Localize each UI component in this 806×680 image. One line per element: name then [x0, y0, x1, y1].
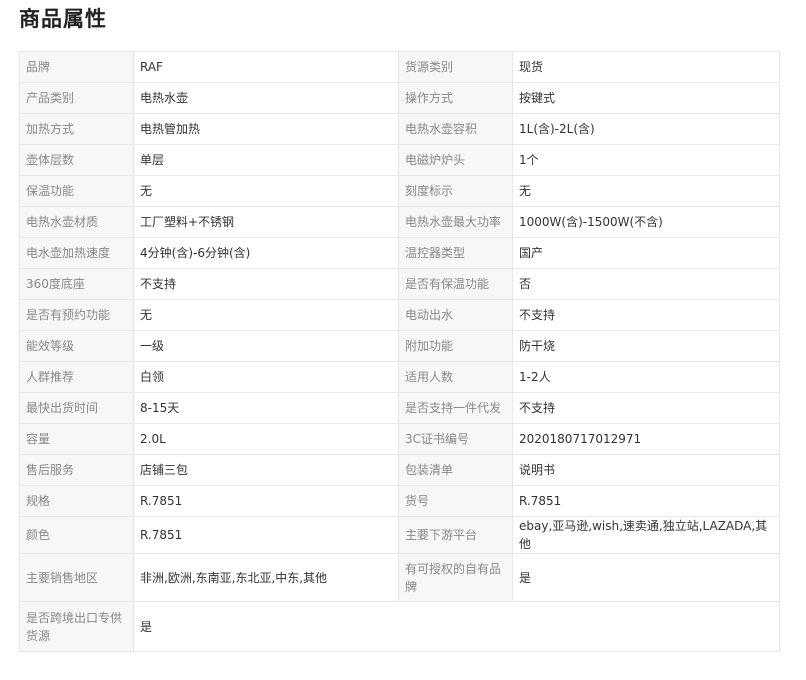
attribute-value: R.7851 [133, 516, 399, 554]
table-row: 是否跨境出口专供货源 是 [19, 601, 780, 652]
attribute-value: 2.0L [133, 423, 399, 455]
attribute-value: 工厂塑料+不锈钢 [133, 206, 399, 238]
table-row: 是否有预约功能无电动出水 不支持 [19, 299, 780, 331]
attribute-value: 4分钟(含)-6分钟(含) [133, 237, 399, 269]
table-row: 加热方式 电热管加热 电热水壶容积 1L(含)-2L(含) [19, 113, 780, 145]
attribute-key: 包装清单 [398, 454, 513, 486]
attribute-key: 电磁炉炉头 [398, 144, 513, 176]
table-row: 保温功能无刻度标示无 [19, 175, 780, 207]
attribute-key: 保温功能 [19, 175, 134, 207]
attribute-value: 说明书 [512, 454, 780, 486]
attribute-value: 按键式 [512, 82, 780, 114]
attribute-key: 电热水壶最大功率 [398, 206, 513, 238]
table-row: 电热水壶材质 工厂塑料+不锈钢 电热水壶最大功率 1000W(含)-1500W(不含) [19, 206, 780, 238]
attribute-key: 电水壶加热速度 [19, 237, 134, 269]
attribute-value: ebay,亚马逊,wish,速卖通,独立站,LAZADA,其他 [512, 516, 780, 554]
attribute-key: 电动出水 [398, 299, 513, 331]
attribute-key: 温控器类型 [398, 237, 513, 269]
attribute-value: R.7851 [133, 485, 399, 517]
attribute-key: 容量 [19, 423, 134, 455]
table-row: 能效等级 一级 附加功能 防干烧 [19, 330, 780, 362]
attribute-key: 颜色 [19, 516, 134, 554]
attribute-key: 人群推荐 [19, 361, 134, 393]
attribute-value: 是 [133, 601, 780, 652]
attribute-key: 3C证书编号 [398, 423, 513, 455]
attribute-key: 是否有预约功能 [19, 299, 134, 331]
table-row: 主要销售地区 非洲,欧洲,东南亚,东北亚,中东,其他 有可授权的自有品牌是 [19, 553, 780, 602]
attribute-key: 产品类别 [19, 82, 134, 114]
attribute-value: 电热管加热 [133, 113, 399, 145]
attribute-value: 防干烧 [512, 330, 780, 362]
attribute-value: 否 [512, 268, 780, 300]
page-title: 商品属性 [19, 7, 107, 31]
attribute-value: 不支持 [512, 299, 780, 331]
attribute-value: 一级 [133, 330, 399, 362]
attribute-key: 规格 [19, 485, 134, 517]
attribute-value: 店铺三包 [133, 454, 399, 486]
attribute-key: 货源类别 [398, 51, 513, 83]
attribute-key: 主要销售地区 [19, 553, 134, 602]
attribute-key: 是否支持一件代发 [398, 392, 513, 424]
attribute-key: 主要下游平台 [398, 516, 513, 554]
attribute-value: 1个 [512, 144, 780, 176]
attribute-key: 刻度标示 [398, 175, 513, 207]
attribute-value: 是 [512, 553, 780, 602]
attribute-value: 电热水壶 [133, 82, 399, 114]
attribute-value: 单层 [133, 144, 399, 176]
attribute-value: 无 [133, 299, 399, 331]
attribute-key: 最快出货时间 [19, 392, 134, 424]
attribute-value: R.7851 [512, 485, 780, 517]
attribute-value: 不支持 [512, 392, 780, 424]
attribute-value: 非洲,欧洲,东南亚,东北亚,中东,其他 [133, 553, 399, 602]
table-row: 颜色 R.7851 主要下游平台 ebay,亚马逊,wish,速卖通,独立站,LAZA… [19, 516, 780, 554]
attribute-value: 2020180717012971 [512, 423, 780, 455]
table-row: 规格 R.7851 货号 R.7851 [19, 485, 780, 517]
attribute-key: 加热方式 [19, 113, 134, 145]
table-row: 售后服务 店铺三包 包装清单 说明书 [19, 454, 780, 486]
attribute-value: 无 [133, 175, 399, 207]
attribute-key: 品牌 [19, 51, 134, 83]
product-attributes-page: 商品属性 品牌 RAF 货源类别 现货 产品类别 电热水壶 操作方式 按键式 加热方式 电热管加热… [0, 0, 806, 680]
table-row: 360度底座 不支持 是否有保温功能否 [19, 268, 780, 300]
attribute-value: 现货 [512, 51, 780, 83]
table-row: 产品类别 电热水壶 操作方式 按键式 [19, 82, 780, 114]
attribute-key: 操作方式 [398, 82, 513, 114]
attributes-table-body: 品牌 RAF 货源类别 现货 产品类别 电热水壶 操作方式 按键式 加热方式 电热管加热 电热水壶容… [19, 51, 780, 652]
attribute-value: 不支持 [133, 268, 399, 300]
attribute-value: 1-2人 [512, 361, 780, 393]
attribute-value: 白领 [133, 361, 399, 393]
attribute-key: 附加功能 [398, 330, 513, 362]
table-row: 最快出货时间 8-15天 是否支持一件代发 不支持 [19, 392, 780, 424]
attribute-key: 360度底座 [19, 268, 134, 300]
attribute-key: 货号 [398, 485, 513, 517]
attributes-table: 品牌 RAF 货源类别 现货 产品类别 电热水壶 操作方式 按键式 加热方式 电热管加热 电热水壶容… [19, 51, 780, 652]
attribute-value: 8-15天 [133, 392, 399, 424]
attribute-key: 壶体层数 [19, 144, 134, 176]
attribute-key: 有可授权的自有品牌 [398, 553, 513, 602]
attribute-value: 1L(含)-2L(含) [512, 113, 780, 145]
table-row: 壶体层数 单层 电磁炉炉头 1个 [19, 144, 780, 176]
attribute-key: 是否跨境出口专供货源 [19, 601, 134, 652]
attribute-key: 是否有保温功能 [398, 268, 513, 300]
attribute-key: 售后服务 [19, 454, 134, 486]
attribute-value: 国产 [512, 237, 780, 269]
attribute-value: 1000W(含)-1500W(不含) [512, 206, 780, 238]
attribute-key: 能效等级 [19, 330, 134, 362]
table-row: 电水壶加热速度 4分钟(含)-6分钟(含) 温控器类型 国产 [19, 237, 780, 269]
table-row: 人群推荐 白领 适用人数 1-2人 [19, 361, 780, 393]
table-row: 容量 2.0L 3C证书编号 2020180717012971 [19, 423, 780, 455]
attribute-key: 适用人数 [398, 361, 513, 393]
attribute-key: 电热水壶容积 [398, 113, 513, 145]
attribute-value: 无 [512, 175, 780, 207]
attribute-value: RAF [133, 51, 399, 83]
attribute-key: 电热水壶材质 [19, 206, 134, 238]
table-row: 品牌 RAF 货源类别 现货 [19, 51, 780, 83]
